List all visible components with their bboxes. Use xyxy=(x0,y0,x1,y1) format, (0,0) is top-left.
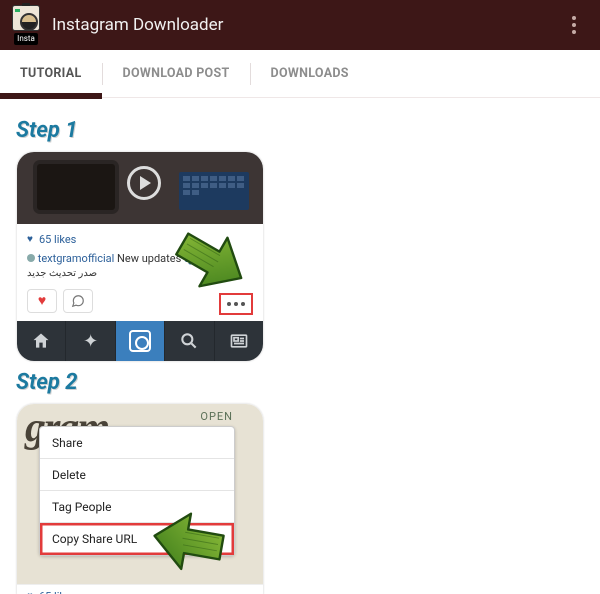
step-2-illustration: gram OPEN Share Delete Tag People Copy S… xyxy=(16,403,264,594)
compass-icon: ✦ xyxy=(66,321,115,361)
post-username: textgramofficial xyxy=(38,252,115,265)
comment-icon xyxy=(63,289,93,313)
step-1-title: Step 1 xyxy=(16,118,584,143)
likes-text: 65 likes xyxy=(39,590,76,594)
heart-icon: ♥ xyxy=(27,289,57,313)
app-bar: Insta Instagram Downloader xyxy=(0,0,600,50)
profile-card-icon xyxy=(215,321,263,361)
instagram-post-thumb xyxy=(17,152,263,224)
likes-label: 65 likes xyxy=(17,584,263,594)
instagram-popup-background: gram OPEN Share Delete Tag People Copy S… xyxy=(17,404,263,584)
tutorial-content: Step 1 65 likes textgramofficial New upd… xyxy=(0,98,600,594)
avatar-dot-icon xyxy=(27,254,35,262)
tab-label: DOWNLOADS xyxy=(271,66,349,81)
tab-label: DOWNLOAD POST xyxy=(123,66,230,81)
post-caption-a: New updates xyxy=(117,252,181,265)
share-menu-popup: Share Delete Tag People Copy Share URL xyxy=(39,426,235,556)
tab-bar: TUTORIAL DOWNLOAD POST DOWNLOADS xyxy=(0,50,600,98)
instagram-bottom-nav: ✦ xyxy=(17,321,263,361)
play-icon xyxy=(127,166,161,200)
menu-item-label: Share xyxy=(52,436,83,450)
tab-label: TUTORIAL xyxy=(20,66,82,81)
keyboard-icon xyxy=(179,172,249,210)
step-2-title: Step 2 xyxy=(16,370,584,395)
overflow-menu-icon[interactable] xyxy=(556,5,592,45)
menu-item-copy-share-url-highlight: Copy Share URL xyxy=(40,523,234,555)
tab-download-post[interactable]: DOWNLOAD POST xyxy=(103,50,250,98)
menu-item-delete: Delete xyxy=(40,459,234,491)
camera-icon xyxy=(116,321,165,361)
app-logo-label: Insta xyxy=(14,33,38,45)
menu-item-label: Copy Share URL xyxy=(52,532,137,546)
likes-label: 65 likes xyxy=(27,232,253,247)
ellipsis-icon-highlight xyxy=(219,293,253,315)
app-logo-icon: Insta xyxy=(8,5,44,45)
search-icon xyxy=(165,321,214,361)
step-1-illustration: 65 likes textgramofficial New updates tg… xyxy=(16,151,264,362)
open-badge: OPEN xyxy=(200,410,233,423)
instagram-post-meta: 65 likes textgramofficial New updates tg… xyxy=(17,224,263,321)
post-caption-arabic: صدر تحديث جديد xyxy=(27,266,253,281)
menu-item-label: Delete xyxy=(52,468,86,482)
phone-icon xyxy=(37,164,115,210)
post-caption-b: tgram xyxy=(184,252,213,265)
tab-downloads[interactable]: DOWNLOADS xyxy=(251,50,369,98)
app-title: Instagram Downloader xyxy=(52,15,556,35)
menu-item-label: Tag People xyxy=(52,500,111,514)
home-icon xyxy=(17,321,66,361)
tab-tutorial[interactable]: TUTORIAL xyxy=(0,50,102,98)
menu-item-tag-people: Tag People xyxy=(40,491,234,523)
menu-item-share: Share xyxy=(40,427,234,459)
